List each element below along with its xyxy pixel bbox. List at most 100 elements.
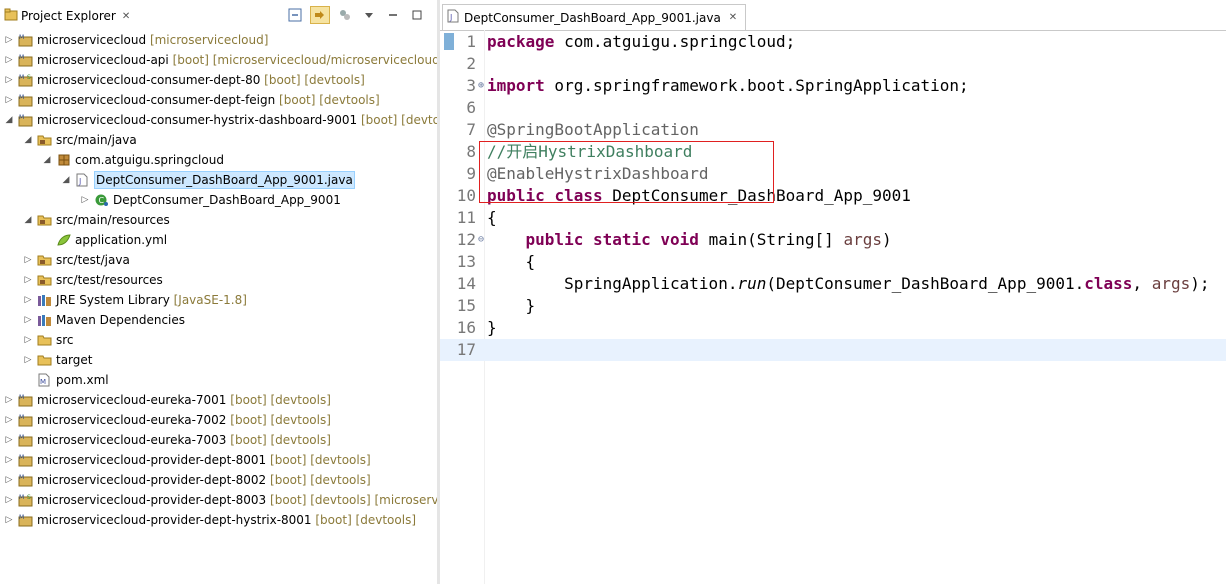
expand-arrow-icon[interactable]: ▷ <box>23 270 33 290</box>
tab-editor-file[interactable]: J DeptConsumer_DashBoard_App_9001.java ✕ <box>442 4 747 30</box>
tree-item-label: microservicecloud-eureka-7003 [boot] [de… <box>37 430 331 450</box>
expand-arrow-icon[interactable]: ▷ <box>4 90 14 110</box>
tree-item-label: microservicecloud-consumer-dept-feign [b… <box>37 90 380 110</box>
svg-text:M: M <box>19 54 24 61</box>
tab-project-explorer-label: Project Explorer <box>21 9 116 23</box>
expand-arrow-icon[interactable]: ▷ <box>80 190 90 210</box>
tree-item[interactable]: ▷ Mmicroservicecloud-eureka-7002 [boot] [… <box>0 410 437 430</box>
code-line[interactable]: 14 SpringApplication.run(DeptConsumer_Da… <box>440 273 1226 295</box>
view-menu-icon[interactable] <box>360 7 378 23</box>
svg-text:M: M <box>19 94 24 101</box>
tree-item[interactable]: ▷ M Smicroservicecloud-provider-dept-8003 … <box>0 490 437 510</box>
tree-item[interactable]: ◢ src/main/java <box>0 130 437 150</box>
svg-text:M: M <box>19 514 24 521</box>
tree-item[interactable]: Mpom.xml <box>0 370 437 390</box>
code-line[interactable]: 15 } <box>440 295 1226 317</box>
close-icon[interactable]: ✕ <box>729 12 737 23</box>
code-line[interactable]: 13 { <box>440 251 1226 273</box>
tree-item-label: microservicecloud-api [boot] [microservi… <box>37 50 437 70</box>
tree-item-name: pom.xml <box>56 373 109 387</box>
tree-item[interactable]: ▷ Mmicroservicecloud-provider-dept-8001 [… <box>0 450 437 470</box>
source-folder-icon <box>37 253 53 267</box>
expand-arrow-icon[interactable]: ▷ <box>4 490 14 510</box>
tree-item[interactable]: ▷ src <box>0 330 437 350</box>
maven-project-icon: M <box>18 393 34 407</box>
collapse-arrow-icon[interactable]: ◢ <box>23 130 33 150</box>
expand-arrow-icon[interactable]: ▷ <box>4 470 14 490</box>
filter-icon[interactable] <box>336 7 354 23</box>
code-token: { <box>487 208 497 227</box>
tab-project-explorer[interactable]: Project Explorer ✕ <box>0 5 136 27</box>
tree-item[interactable]: ◢ Mmicroservicecloud-consumer-hystrix-das… <box>0 110 437 130</box>
tree-item[interactable]: ▷ target <box>0 350 437 370</box>
code-token: } <box>487 318 497 337</box>
collapse-all-icon[interactable] <box>286 7 304 23</box>
minimize-icon[interactable] <box>384 7 402 23</box>
expand-arrow-icon[interactable]: ▷ <box>4 70 14 90</box>
tree-item[interactable]: ◢ J DeptConsumer_DashBoard_App_9001.java <box>0 170 437 190</box>
collapse-arrow-icon[interactable]: ◢ <box>23 210 33 230</box>
code-line[interactable]: 3 ⊕ import org.springframework.boot.Spring… <box>440 75 1226 97</box>
code-line[interactable]: 7 @SpringBootApplication <box>440 119 1226 141</box>
collapse-arrow-icon[interactable]: ◢ <box>61 170 71 190</box>
tree-item-name: src/test/java <box>56 253 130 267</box>
collapse-fold-icon[interactable]: ⊖ <box>476 229 486 251</box>
collapse-arrow-icon[interactable]: ◢ <box>4 110 14 130</box>
svg-text:M: M <box>19 114 24 121</box>
maximize-icon[interactable] <box>408 7 426 23</box>
maven-project-icon: M <box>18 53 34 67</box>
link-with-editor-icon[interactable] <box>310 6 330 24</box>
tree-item[interactable]: ▷ M Smicroservicecloud-consumer-dept-80 [b… <box>0 70 437 90</box>
tree-item[interactable]: ▷ Mmicroservicecloud-provider-dept-8002 [… <box>0 470 437 490</box>
expand-arrow-icon[interactable]: ▷ <box>4 50 14 70</box>
close-icon[interactable]: ✕ <box>122 11 130 22</box>
expand-arrow-icon[interactable]: ▷ <box>4 430 14 450</box>
tree-item[interactable]: ▷ Mmicroservicecloud [microservicecloud] <box>0 30 437 50</box>
code-token: ) <box>881 230 892 249</box>
line-number: 9 <box>466 164 476 183</box>
tree-item[interactable]: ▷ Mmicroservicecloud-provider-dept-hystri… <box>0 510 437 530</box>
code-line[interactable]: 17 <box>440 339 1226 361</box>
tree-item[interactable]: ▷ JRE System Library [JavaSE-1.8] <box>0 290 437 310</box>
expand-arrow-icon[interactable]: ▷ <box>23 310 33 330</box>
tree-item[interactable]: ▷ Mmicroservicecloud-eureka-7001 [boot] [… <box>0 390 437 410</box>
code-line[interactable]: 1 package com.atguigu.springcloud; <box>440 31 1226 53</box>
tree-item[interactable]: ▷ src/test/resources <box>0 270 437 290</box>
expand-arrow-icon[interactable]: ▷ <box>23 290 33 310</box>
maven-project-icon: M <box>18 113 34 127</box>
expand-arrow-icon[interactable]: ▷ <box>23 330 33 350</box>
code-line[interactable]: 11 { <box>440 207 1226 229</box>
tree-item[interactable]: ▷ Mmicroservicecloud-eureka-7003 [boot] [… <box>0 430 437 450</box>
tree-item[interactable]: ▷ Mmicroservicecloud-consumer-dept-feign … <box>0 90 437 110</box>
code-token: package <box>487 32 555 51</box>
code-line[interactable]: 12 ⊖ public static void main(String[] arg… <box>440 229 1226 251</box>
tree-item[interactable]: ◢ com.atguigu.springcloud <box>0 150 437 170</box>
code-text: { <box>487 207 497 229</box>
expand-arrow-icon[interactable]: ▷ <box>4 410 14 430</box>
collapse-arrow-icon[interactable]: ◢ <box>42 150 52 170</box>
tree-item-label: microservicecloud-consumer-hystrix-dashb… <box>37 110 437 130</box>
code-line[interactable]: 6 <box>440 97 1226 119</box>
expand-arrow-icon[interactable]: ▷ <box>4 390 14 410</box>
maven-project-icon: M <box>18 453 34 467</box>
tree-item[interactable]: ▷ Maven Dependencies <box>0 310 437 330</box>
expand-fold-icon[interactable]: ⊕ <box>476 75 486 97</box>
expand-arrow-icon[interactable]: ▷ <box>23 350 33 370</box>
code-line[interactable]: 16} <box>440 317 1226 339</box>
expand-arrow-icon[interactable]: ▷ <box>4 450 14 470</box>
tree-item-decoration: [boot] [devtools] <box>266 473 371 487</box>
expand-arrow-icon[interactable]: ▷ <box>23 250 33 270</box>
tree-item[interactable]: application.yml <box>0 230 437 250</box>
code-line[interactable]: 2 <box>440 53 1226 75</box>
tree-item[interactable]: ▷ C DeptConsumer_DashBoard_App_9001 <box>0 190 437 210</box>
svg-text:S: S <box>27 74 31 81</box>
code-token: class <box>1084 274 1133 293</box>
tree-item[interactable]: ◢ src/main/resources <box>0 210 437 230</box>
tree-item-name: microservicecloud-eureka-7002 <box>37 413 227 427</box>
maven-spring-project-icon: MS <box>18 73 34 87</box>
tree-item[interactable]: ▷ src/test/java <box>0 250 437 270</box>
expand-arrow-icon[interactable]: ▷ <box>4 30 14 50</box>
tree-item[interactable]: ▷ Mmicroservicecloud-api [boot] [microser… <box>0 50 437 70</box>
expand-arrow-icon[interactable]: ▷ <box>4 510 14 530</box>
